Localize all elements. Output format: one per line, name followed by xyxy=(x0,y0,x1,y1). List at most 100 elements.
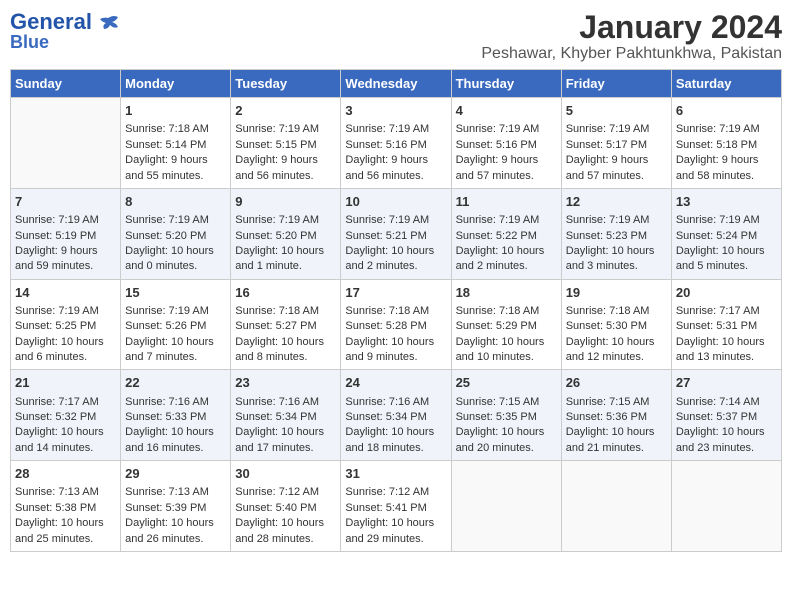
day-number: 2 xyxy=(235,102,336,120)
day-info-line: Daylight: 9 hours xyxy=(566,153,667,168)
day-info-line: and 1 minute. xyxy=(235,259,336,274)
day-info-line: Daylight: 9 hours xyxy=(456,153,557,168)
day-info-line: Sunset: 5:14 PM xyxy=(125,138,226,153)
weekday-header-sunday: Sunday xyxy=(11,70,121,98)
day-info-line: Daylight: 10 hours xyxy=(345,335,446,350)
day-number: 7 xyxy=(15,193,116,211)
calendar-day-cell: 2Sunrise: 7:19 AMSunset: 5:15 PMDaylight… xyxy=(231,98,341,189)
day-info-line: and 0 minutes. xyxy=(125,259,226,274)
day-info-line: Sunrise: 7:19 AM xyxy=(15,304,116,319)
calendar-day-cell: 9Sunrise: 7:19 AMSunset: 5:20 PMDaylight… xyxy=(231,188,341,279)
day-number: 25 xyxy=(456,374,557,392)
logo-text: General xyxy=(10,10,120,34)
day-info-line: and 14 minutes. xyxy=(15,441,116,456)
day-number: 30 xyxy=(235,465,336,483)
day-info-line: Sunrise: 7:19 AM xyxy=(456,213,557,228)
day-info-line: Sunset: 5:27 PM xyxy=(235,319,336,334)
day-info-line: Sunset: 5:29 PM xyxy=(456,319,557,334)
weekday-header-thursday: Thursday xyxy=(451,70,561,98)
day-info-line: and 18 minutes. xyxy=(345,441,446,456)
calendar-table: SundayMondayTuesdayWednesdayThursdayFrid… xyxy=(10,69,782,552)
day-info-line: Daylight: 10 hours xyxy=(566,244,667,259)
calendar-day-cell: 8Sunrise: 7:19 AMSunset: 5:20 PMDaylight… xyxy=(121,188,231,279)
weekday-header-wednesday: Wednesday xyxy=(341,70,451,98)
day-number: 12 xyxy=(566,193,667,211)
day-info-line: Sunrise: 7:17 AM xyxy=(676,304,777,319)
day-info-line: Daylight: 9 hours xyxy=(15,244,116,259)
day-number: 19 xyxy=(566,284,667,302)
day-info-line: Daylight: 9 hours xyxy=(676,153,777,168)
day-info-line: and 9 minutes. xyxy=(345,350,446,365)
day-info-line: Sunset: 5:28 PM xyxy=(345,319,446,334)
day-info-line: Sunset: 5:41 PM xyxy=(345,501,446,516)
day-info-line: Daylight: 10 hours xyxy=(456,425,557,440)
day-number: 6 xyxy=(676,102,777,120)
day-info-line: and 10 minutes. xyxy=(456,350,557,365)
day-info-line: Sunset: 5:16 PM xyxy=(456,138,557,153)
day-number: 11 xyxy=(456,193,557,211)
day-info-line: Sunset: 5:33 PM xyxy=(125,410,226,425)
day-info-line: Sunset: 5:17 PM xyxy=(566,138,667,153)
day-info-line: Sunrise: 7:16 AM xyxy=(345,395,446,410)
weekday-header-row: SundayMondayTuesdayWednesdayThursdayFrid… xyxy=(11,70,782,98)
day-info-line: Daylight: 9 hours xyxy=(125,153,226,168)
day-info-line: Sunrise: 7:12 AM xyxy=(235,485,336,500)
day-number: 1 xyxy=(125,102,226,120)
day-info-line: Daylight: 10 hours xyxy=(15,516,116,531)
day-info-line: Sunset: 5:31 PM xyxy=(676,319,777,334)
calendar-day-cell: 28Sunrise: 7:13 AMSunset: 5:38 PMDayligh… xyxy=(11,461,121,552)
day-info-line: Sunrise: 7:18 AM xyxy=(345,304,446,319)
day-info-line: Sunset: 5:32 PM xyxy=(15,410,116,425)
day-info-line: Sunrise: 7:19 AM xyxy=(456,122,557,137)
day-info-line: Daylight: 10 hours xyxy=(125,425,226,440)
day-info-line: Sunset: 5:18 PM xyxy=(676,138,777,153)
day-info-line: Daylight: 10 hours xyxy=(15,425,116,440)
day-info-line: and 23 minutes. xyxy=(676,441,777,456)
calendar-day-cell: 10Sunrise: 7:19 AMSunset: 5:21 PMDayligh… xyxy=(341,188,451,279)
day-number: 9 xyxy=(235,193,336,211)
day-number: 23 xyxy=(235,374,336,392)
calendar-week-row: 14Sunrise: 7:19 AMSunset: 5:25 PMDayligh… xyxy=(11,279,782,370)
day-info-line: Daylight: 10 hours xyxy=(345,425,446,440)
day-info-line: Sunset: 5:34 PM xyxy=(235,410,336,425)
logo-bird-icon xyxy=(100,15,120,31)
logo-blue-text: Blue xyxy=(10,32,49,53)
calendar-week-row: 28Sunrise: 7:13 AMSunset: 5:38 PMDayligh… xyxy=(11,461,782,552)
day-info-line: and 6 minutes. xyxy=(15,350,116,365)
calendar-day-cell: 6 Sunrise: 7:19 AMSunset: 5:18 PMDaylight… xyxy=(671,98,781,189)
day-number: 14 xyxy=(15,284,116,302)
day-info-line: Daylight: 10 hours xyxy=(345,244,446,259)
day-number: 5 xyxy=(566,102,667,120)
day-info-line: and 16 minutes. xyxy=(125,441,226,456)
day-number: 18 xyxy=(456,284,557,302)
day-info-line: and 3 minutes. xyxy=(566,259,667,274)
day-info-line: Daylight: 10 hours xyxy=(125,335,226,350)
calendar-day-cell: 1 Sunrise: 7:18 AMSunset: 5:14 PMDaylight… xyxy=(121,98,231,189)
day-info-line: Sunrise: 7:18 AM xyxy=(125,122,226,137)
day-number: 15 xyxy=(125,284,226,302)
day-info-line: and 55 minutes. xyxy=(125,169,226,184)
day-info-line: Sunset: 5:23 PM xyxy=(566,229,667,244)
day-info-line: Sunrise: 7:19 AM xyxy=(676,122,777,137)
page-subtitle: Peshawar, Khyber Pakhtunkhwa, Pakistan xyxy=(481,45,782,63)
day-number: 24 xyxy=(345,374,446,392)
day-info-line: Sunset: 5:39 PM xyxy=(125,501,226,516)
weekday-header-saturday: Saturday xyxy=(671,70,781,98)
day-info-line: and 56 minutes. xyxy=(345,169,446,184)
calendar-day-cell: 31Sunrise: 7:12 AMSunset: 5:41 PMDayligh… xyxy=(341,461,451,552)
day-info-line: Daylight: 10 hours xyxy=(566,425,667,440)
day-number: 16 xyxy=(235,284,336,302)
day-info-line: and 17 minutes. xyxy=(235,441,336,456)
day-info-line: Sunrise: 7:16 AM xyxy=(235,395,336,410)
day-info-line: and 8 minutes. xyxy=(235,350,336,365)
day-info-line: Daylight: 10 hours xyxy=(235,244,336,259)
day-info-line: Daylight: 10 hours xyxy=(235,516,336,531)
calendar-day-cell: 16Sunrise: 7:18 AMSunset: 5:27 PMDayligh… xyxy=(231,279,341,370)
day-info-line: Daylight: 10 hours xyxy=(456,244,557,259)
day-info-line: Sunrise: 7:19 AM xyxy=(125,304,226,319)
day-info-line: Daylight: 10 hours xyxy=(676,335,777,350)
weekday-header-monday: Monday xyxy=(121,70,231,98)
day-info-line: Sunrise: 7:19 AM xyxy=(15,213,116,228)
weekday-header-friday: Friday xyxy=(561,70,671,98)
day-info-line: Daylight: 10 hours xyxy=(125,516,226,531)
